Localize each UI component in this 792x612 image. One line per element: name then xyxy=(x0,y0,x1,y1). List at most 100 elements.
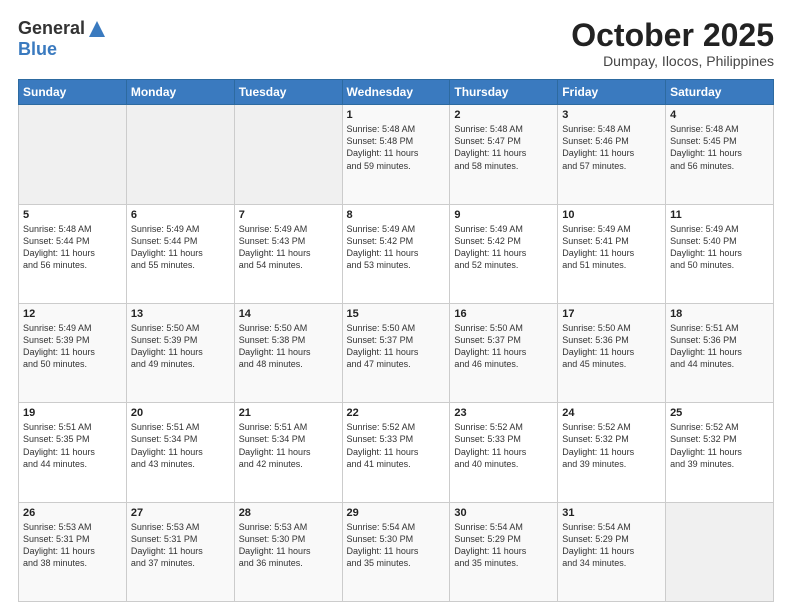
calendar-cell: 8Sunrise: 5:49 AM Sunset: 5:42 PM Daylig… xyxy=(342,204,450,303)
day-number: 25 xyxy=(670,407,769,419)
day-number: 15 xyxy=(347,308,446,320)
day-info: Sunrise: 5:49 AM Sunset: 5:39 PM Dayligh… xyxy=(23,322,122,371)
day-number: 18 xyxy=(670,308,769,320)
day-info: Sunrise: 5:50 AM Sunset: 5:37 PM Dayligh… xyxy=(347,322,446,371)
calendar-cell: 14Sunrise: 5:50 AM Sunset: 5:38 PM Dayli… xyxy=(234,303,342,402)
day-number: 7 xyxy=(239,209,338,221)
day-info: Sunrise: 5:48 AM Sunset: 5:46 PM Dayligh… xyxy=(562,123,661,172)
calendar-cell: 27Sunrise: 5:53 AM Sunset: 5:31 PM Dayli… xyxy=(126,502,234,601)
day-number: 1 xyxy=(347,109,446,121)
day-info: Sunrise: 5:49 AM Sunset: 5:40 PM Dayligh… xyxy=(670,223,769,272)
day-info: Sunrise: 5:51 AM Sunset: 5:34 PM Dayligh… xyxy=(239,421,338,470)
day-number: 16 xyxy=(454,308,553,320)
day-number: 23 xyxy=(454,407,553,419)
calendar-cell: 31Sunrise: 5:54 AM Sunset: 5:29 PM Dayli… xyxy=(558,502,666,601)
day-number: 19 xyxy=(23,407,122,419)
day-info: Sunrise: 5:53 AM Sunset: 5:31 PM Dayligh… xyxy=(131,521,230,570)
subtitle: Dumpay, Ilocos, Philippines xyxy=(571,53,774,69)
day-info: Sunrise: 5:54 AM Sunset: 5:29 PM Dayligh… xyxy=(562,521,661,570)
calendar-cell: 23 Sunrise: 5:52 AM Sunset: 5:33 PM Dayli… xyxy=(450,403,558,502)
calendar-cell: 19 Sunrise: 5:51 AM Sunset: 5:35 PM Dayli… xyxy=(19,403,127,502)
day-info: Sunrise: 5:49 AM Sunset: 5:41 PM Dayligh… xyxy=(562,223,661,272)
weekday-header-monday: Monday xyxy=(126,80,234,105)
calendar-cell: 21 Sunrise: 5:51 AM Sunset: 5:34 PM Dayli… xyxy=(234,403,342,502)
calendar-week-1: 1 Sunrise: 5:48 AM Sunset: 5:48 PM Daylig… xyxy=(19,105,774,204)
logo: General Blue xyxy=(18,18,107,60)
calendar-cell: 6 Sunrise: 5:49 AM Sunset: 5:44 PM Daylig… xyxy=(126,204,234,303)
calendar-week-5: 26 Sunrise: 5:53 AM Sunset: 5:31 PM Dayli… xyxy=(19,502,774,601)
calendar-cell xyxy=(234,105,342,204)
day-info: Sunrise: 5:52 AM Sunset: 5:33 PM Dayligh… xyxy=(347,421,446,470)
calendar-cell: 28 Sunrise: 5:53 AM Sunset: 5:30 PM Dayli… xyxy=(234,502,342,601)
day-number: 10 xyxy=(562,209,661,221)
day-number: 21 xyxy=(239,407,338,419)
day-number: 8 xyxy=(347,209,446,221)
day-info: Sunrise: 5:52 AM Sunset: 5:33 PM Dayligh… xyxy=(454,421,553,470)
day-number: 14 xyxy=(239,308,338,320)
calendar-cell: 11 Sunrise: 5:49 AM Sunset: 5:40 PM Dayli… xyxy=(666,204,774,303)
day-info: Sunrise: 5:53 AM Sunset: 5:30 PM Dayligh… xyxy=(239,521,338,570)
calendar-cell xyxy=(666,502,774,601)
logo-icon xyxy=(87,19,107,39)
logo-general-text: General xyxy=(18,18,85,39)
day-number: 6 xyxy=(131,209,230,221)
day-info: Sunrise: 5:51 AM Sunset: 5:34 PM Dayligh… xyxy=(131,421,230,470)
day-info: Sunrise: 5:49 AM Sunset: 5:44 PM Dayligh… xyxy=(131,223,230,272)
calendar-week-2: 5 Sunrise: 5:48 AM Sunset: 5:44 PM Daylig… xyxy=(19,204,774,303)
day-info: Sunrise: 5:50 AM Sunset: 5:37 PM Dayligh… xyxy=(454,322,553,371)
day-info: Sunrise: 5:50 AM Sunset: 5:39 PM Dayligh… xyxy=(131,322,230,371)
page: General Blue October 2025 Dumpay, Ilocos… xyxy=(0,0,792,612)
calendar-cell: 1 Sunrise: 5:48 AM Sunset: 5:48 PM Daylig… xyxy=(342,105,450,204)
calendar-cell: 25 Sunrise: 5:52 AM Sunset: 5:32 PM Dayli… xyxy=(666,403,774,502)
day-number: 30 xyxy=(454,507,553,519)
day-info: Sunrise: 5:48 AM Sunset: 5:47 PM Dayligh… xyxy=(454,123,553,172)
day-number: 9 xyxy=(454,209,553,221)
header: General Blue October 2025 Dumpay, Ilocos… xyxy=(18,18,774,69)
title-area: October 2025 Dumpay, Ilocos, Philippines xyxy=(571,18,774,69)
logo-blue-text: Blue xyxy=(18,39,57,60)
calendar-cell: 3 Sunrise: 5:48 AM Sunset: 5:46 PM Daylig… xyxy=(558,105,666,204)
day-info: Sunrise: 5:48 AM Sunset: 5:48 PM Dayligh… xyxy=(347,123,446,172)
day-number: 3 xyxy=(562,109,661,121)
calendar-cell: 10 Sunrise: 5:49 AM Sunset: 5:41 PM Dayli… xyxy=(558,204,666,303)
calendar-cell: 15 Sunrise: 5:50 AM Sunset: 5:37 PM Dayli… xyxy=(342,303,450,402)
day-number: 26 xyxy=(23,507,122,519)
day-info: Sunrise: 5:49 AM Sunset: 5:43 PM Dayligh… xyxy=(239,223,338,272)
day-number: 13 xyxy=(131,308,230,320)
day-info: Sunrise: 5:54 AM Sunset: 5:29 PM Dayligh… xyxy=(454,521,553,570)
day-number: 11 xyxy=(670,209,769,221)
calendar-week-3: 12 Sunrise: 5:49 AM Sunset: 5:39 PM Dayli… xyxy=(19,303,774,402)
day-info: Sunrise: 5:48 AM Sunset: 5:44 PM Dayligh… xyxy=(23,223,122,272)
day-number: 17 xyxy=(562,308,661,320)
day-number: 12 xyxy=(23,308,122,320)
day-info: Sunrise: 5:48 AM Sunset: 5:45 PM Dayligh… xyxy=(670,123,769,172)
calendar-cell: 4 Sunrise: 5:48 AM Sunset: 5:45 PM Daylig… xyxy=(666,105,774,204)
calendar-cell: 9 Sunrise: 5:49 AM Sunset: 5:42 PM Daylig… xyxy=(450,204,558,303)
weekday-header-sunday: Sunday xyxy=(19,80,127,105)
calendar-cell: 24 Sunrise: 5:52 AM Sunset: 5:32 PM Dayli… xyxy=(558,403,666,502)
calendar-cell xyxy=(19,105,127,204)
weekday-header-saturday: Saturday xyxy=(666,80,774,105)
calendar-cell: 26 Sunrise: 5:53 AM Sunset: 5:31 PM Dayli… xyxy=(19,502,127,601)
day-info: Sunrise: 5:51 AM Sunset: 5:36 PM Dayligh… xyxy=(670,322,769,371)
day-number: 24 xyxy=(562,407,661,419)
calendar-cell xyxy=(126,105,234,204)
weekday-header-wednesday: Wednesday xyxy=(342,80,450,105)
calendar-cell: 13 Sunrise: 5:50 AM Sunset: 5:39 PM Dayli… xyxy=(126,303,234,402)
calendar-cell: 30 Sunrise: 5:54 AM Sunset: 5:29 PM Dayli… xyxy=(450,502,558,601)
calendar-cell: 18 Sunrise: 5:51 AM Sunset: 5:36 PM Dayli… xyxy=(666,303,774,402)
day-number: 28 xyxy=(239,507,338,519)
weekday-header-friday: Friday xyxy=(558,80,666,105)
calendar-cell: 2Sunrise: 5:48 AM Sunset: 5:47 PM Daylig… xyxy=(450,105,558,204)
day-info: Sunrise: 5:53 AM Sunset: 5:31 PM Dayligh… xyxy=(23,521,122,570)
day-info: Sunrise: 5:51 AM Sunset: 5:35 PM Dayligh… xyxy=(23,421,122,470)
day-info: Sunrise: 5:52 AM Sunset: 5:32 PM Dayligh… xyxy=(562,421,661,470)
calendar-cell: 20Sunrise: 5:51 AM Sunset: 5:34 PM Dayli… xyxy=(126,403,234,502)
day-info: Sunrise: 5:52 AM Sunset: 5:32 PM Dayligh… xyxy=(670,421,769,470)
day-number: 5 xyxy=(23,209,122,221)
day-info: Sunrise: 5:49 AM Sunset: 5:42 PM Dayligh… xyxy=(454,223,553,272)
day-info: Sunrise: 5:54 AM Sunset: 5:30 PM Dayligh… xyxy=(347,521,446,570)
calendar-cell: 22Sunrise: 5:52 AM Sunset: 5:33 PM Dayli… xyxy=(342,403,450,502)
day-number: 4 xyxy=(670,109,769,121)
calendar-cell: 7 Sunrise: 5:49 AM Sunset: 5:43 PM Daylig… xyxy=(234,204,342,303)
